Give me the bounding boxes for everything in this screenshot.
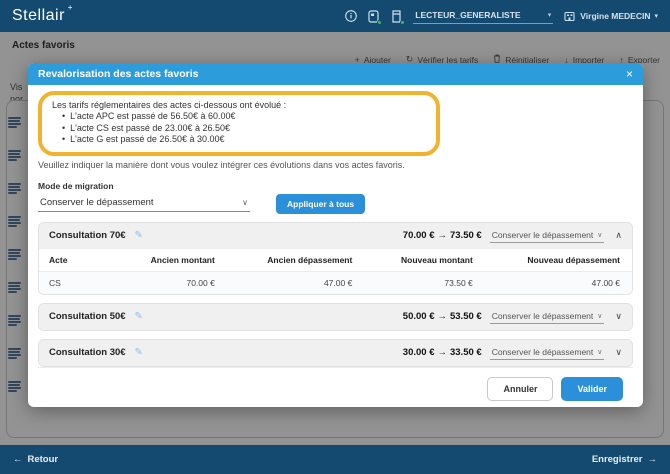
column-header: Nouveau montant (364, 249, 484, 272)
migration-mode-value: Conserver le dépassement (40, 197, 154, 208)
chevron-down-icon: ▾ (654, 12, 658, 20)
cancel-button[interactable]: Annuler (487, 377, 553, 401)
edit-pencil-icon[interactable]: ✎ (135, 311, 143, 322)
row-mode-select[interactable]: Conserver le dépassement ∨ (490, 310, 605, 324)
accordion-title: Consultation 30€ (49, 347, 126, 358)
bottom-action-bar: ← Retour Enregistrer → (0, 445, 670, 474)
chevron-down-icon: ▾ (548, 11, 552, 19)
card-reader-icon[interactable] (390, 10, 403, 23)
reader-select[interactable]: LECTEUR_GENERALISTE ▾ (413, 8, 553, 24)
column-header: Ancien montant (116, 249, 227, 272)
migration-mode-select[interactable]: Conserver le dépassement ∨ (38, 195, 250, 212)
accordion-consultation-70: Consultation 70€ ✎ 70.00 € → 73.50 € Con… (38, 222, 633, 295)
arrow-right-icon: → (437, 311, 447, 322)
row-mode-select[interactable]: Conserver le dépassement ∨ (490, 229, 605, 243)
row-mode-select[interactable]: Conserver le dépassement ∨ (490, 346, 605, 360)
vitale-card-icon[interactable] (367, 10, 380, 23)
amount-change: 50.00 € → 53.50 € (403, 311, 482, 322)
right-arrow-icon: → (648, 454, 658, 465)
acte-detail-table: Acte Ancien montant Ancien dépassement N… (39, 249, 632, 294)
notice-item: L'acte CS est passé de 23.00€ à 26.50€ (62, 123, 426, 135)
accordion-title: Consultation 70€ (49, 230, 126, 241)
column-header: Acte (39, 249, 116, 272)
edit-pencil-icon[interactable]: ✎ (135, 230, 143, 241)
notice-list: L'acte APC est passé de 56.50€ à 60.00€ … (62, 111, 426, 146)
column-header: Nouveau dépassement (485, 249, 632, 272)
accordion-title: Consultation 50€ (49, 311, 126, 322)
chevron-down-icon: ∨ (597, 231, 602, 239)
accordion-consultation-50: Consultation 50€ ✎ 50.00 € → 53.50 € Con… (38, 303, 633, 331)
tarif-change-notice: Les tarifs réglementaires des actes ci-d… (38, 91, 440, 156)
expand-chevron-icon[interactable]: ∨ (615, 347, 622, 358)
edit-pencil-icon[interactable]: ✎ (135, 347, 143, 358)
apply-to-all-button[interactable]: Appliquer à tous (276, 194, 365, 214)
organization-icon (563, 10, 576, 23)
migration-mode-label: Mode de migration (38, 181, 633, 191)
stellair-logo: Stellair + (12, 7, 65, 25)
brand-plus-mark: + (68, 3, 73, 12)
table-row: CS 70.00 € 47.00 € 73.50 € 47.00 € (39, 271, 632, 294)
notice-item: L'acte G est passé de 26.50€ à 30.00€ (62, 134, 426, 146)
column-header: Ancien dépassement (227, 249, 364, 272)
arrow-right-icon: → (437, 347, 447, 358)
chevron-down-icon: ∨ (597, 348, 602, 356)
notice-intro: Les tarifs réglementaires des actes ci-d… (52, 100, 426, 110)
top-navigation-bar: Stellair + LECTEUR_GENERALISTE ▾ Virgine… (0, 0, 670, 32)
accordion-header[interactable]: Consultation 50€ ✎ 50.00 € → 53.50 € Con… (39, 304, 632, 330)
modal-footer: Annuler Valider (38, 367, 633, 408)
validate-button[interactable]: Valider (561, 377, 623, 401)
collapse-chevron-icon[interactable]: ∧ (615, 230, 622, 241)
amount-change: 30.00 € → 33.50 € (403, 347, 482, 358)
expand-chevron-icon[interactable]: ∨ (615, 311, 622, 322)
left-arrow-icon: ← (13, 454, 23, 465)
modal-title: Revalorisation des actes favoris (38, 68, 199, 80)
info-icon[interactable] (344, 10, 357, 23)
revalorisation-modal: Revalorisation des actes favoris × Les t… (28, 63, 643, 407)
instruction-text: Veuillez indiquer la manière dont vous v… (38, 160, 633, 170)
back-button[interactable]: ← Retour (13, 454, 58, 465)
status-dot-green (377, 20, 382, 25)
close-icon[interactable]: × (626, 68, 633, 80)
user-name: Virgine MEDECIN (580, 11, 650, 21)
accordion-consultation-30: Consultation 30€ ✎ 30.00 € → 33.50 € Con… (38, 339, 633, 367)
brand-text: Stellair (12, 7, 65, 24)
chevron-down-icon: ∨ (597, 312, 602, 320)
accordion-header[interactable]: Consultation 30€ ✎ 30.00 € → 33.50 € Con… (39, 340, 632, 366)
amount-change: 70.00 € → 73.50 € (403, 230, 482, 241)
user-menu[interactable]: Virgine MEDECIN ▾ (563, 10, 658, 23)
modal-header: Revalorisation des actes favoris × (28, 63, 643, 85)
notice-item: L'acte APC est passé de 56.50€ à 60.00€ (62, 111, 426, 123)
status-dot-green (400, 20, 405, 25)
arrow-right-icon: → (437, 230, 447, 241)
accordion-header[interactable]: Consultation 70€ ✎ 70.00 € → 73.50 € Con… (39, 223, 632, 249)
chevron-down-icon: ∨ (242, 198, 248, 207)
save-button[interactable]: Enregistrer → (592, 454, 657, 465)
reader-select-value: LECTEUR_GENERALISTE (415, 10, 520, 20)
